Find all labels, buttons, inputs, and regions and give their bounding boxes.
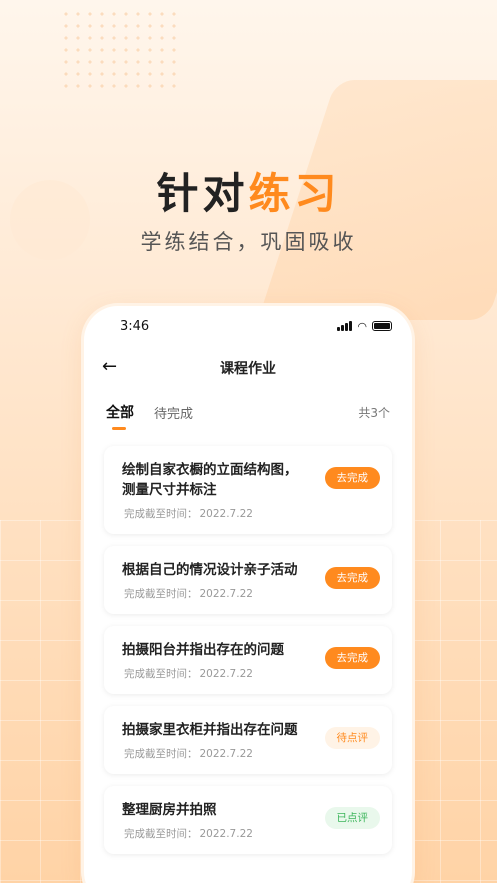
deadline-label: 完成截至时间： <box>124 748 198 760</box>
deadline-date: 2022.7.22 <box>199 668 253 680</box>
assignment-list: 绘制自家衣橱的立面结构图，测量尺寸并标注 完成截至时间： 2022.7.22 去完… <box>84 446 412 854</box>
battery-icon <box>372 321 392 331</box>
assignment-card[interactable]: 绘制自家衣橱的立面结构图，测量尺寸并标注 完成截至时间： 2022.7.22 去完… <box>104 446 392 534</box>
go-complete-button[interactable]: 去完成 <box>324 647 380 669</box>
deadline-date: 2022.7.22 <box>199 828 253 840</box>
deadline-label: 完成截至时间： <box>124 828 198 840</box>
deadline-date: 2022.7.22 <box>199 748 253 760</box>
back-arrow-icon[interactable]: ← <box>102 356 117 377</box>
deadline-date: 2022.7.22 <box>199 588 253 600</box>
decorative-dots <box>60 8 180 88</box>
assignment-deadline: 完成截至时间： 2022.7.22 <box>122 506 378 521</box>
phone-mockup: 3:46 ◠ ← 课程作业 全部 待完成 共3个 绘制自家衣橱的立面结构图，测量… <box>84 306 412 883</box>
assignment-card[interactable]: 拍摄阳台并指出存在的问题 完成截至时间： 2022.7.22 去完成 <box>104 626 392 694</box>
nav-bar: ← 课程作业 <box>84 346 412 390</box>
deadline-date: 2022.7.22 <box>199 508 253 520</box>
total-count: 共3个 <box>358 405 390 420</box>
deadline-label: 完成截至时间： <box>124 508 198 520</box>
hero-title-main: 针对 <box>156 169 249 218</box>
hero-title-accent: 练习 <box>248 169 341 218</box>
assignment-card[interactable]: 整理厨房并拍照 完成截至时间： 2022.7.22 已点评 <box>104 786 392 854</box>
filter-tabs: 全部 待完成 共3个 <box>84 390 412 434</box>
deadline-label: 完成截至时间： <box>124 588 198 600</box>
status-icons: ◠ <box>337 320 392 333</box>
wifi-icon: ◠ <box>357 319 367 333</box>
deadline-label: 完成截至时间： <box>124 668 198 680</box>
go-complete-button[interactable]: 去完成 <box>324 467 380 489</box>
hero-title: 针对练习 <box>0 160 497 221</box>
go-complete-button[interactable]: 去完成 <box>324 567 380 589</box>
pending-review-badge[interactable]: 待点评 <box>324 727 380 749</box>
hero-subtitle: 学练结合，巩固吸收 <box>140 230 357 254</box>
assignment-card[interactable]: 拍摄家里衣柜并指出存在问题 完成截至时间： 2022.7.22 待点评 <box>104 706 392 774</box>
tab-pending[interactable]: 待完成 <box>154 403 193 422</box>
assignment-card[interactable]: 根据自己的情况设计亲子活动 完成截至时间： 2022.7.22 去完成 <box>104 546 392 614</box>
page-title: 课程作业 <box>220 361 276 377</box>
tab-all[interactable]: 全部 <box>106 402 134 430</box>
reviewed-badge[interactable]: 已点评 <box>324 807 380 829</box>
signal-icon <box>337 321 353 331</box>
status-time: 3:46 <box>120 318 150 334</box>
status-bar: 3:46 ◠ <box>84 306 412 346</box>
